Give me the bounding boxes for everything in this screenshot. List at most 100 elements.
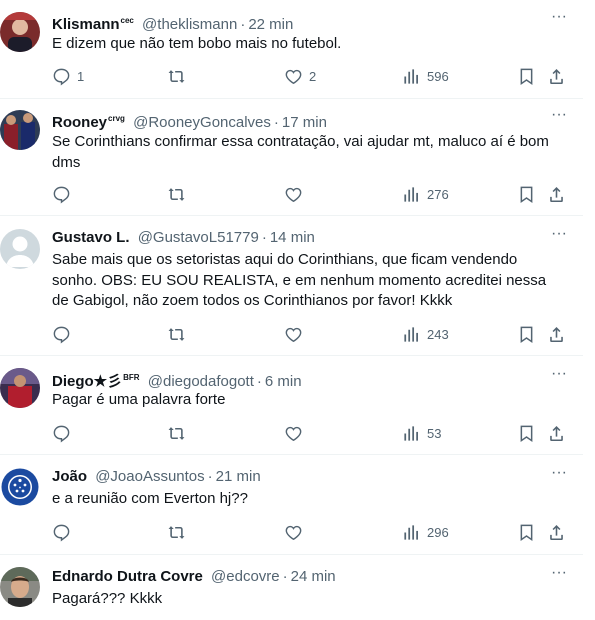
views-icon [404,524,418,540]
tweet[interactable]: Ednardo Dutra Covre @edcovre · 24 min ··· … [0,554,583,620]
reply-button[interactable] [52,184,77,204]
tweet[interactable]: Klismanncec @theklismann · 22 min ··· E di… [0,0,583,99]
author-name[interactable]: Diego★彡 [52,373,122,390]
bookmark-icon [520,425,533,442]
views-button[interactable]: 243 [402,324,449,344]
like-button[interactable] [284,184,309,204]
more-icon[interactable]: ··· [549,107,569,128]
views-icon [404,186,418,202]
views-icon [404,326,418,342]
share-button[interactable] [547,423,570,443]
author-name[interactable]: Rooney [52,114,107,131]
share-button[interactable] [547,66,570,86]
tweet-text: Pagar é uma palavra forte [52,391,226,408]
author-handle[interactable]: @theklismann [142,16,237,33]
reply-icon [53,326,70,344]
action-bar: 276 [52,184,572,204]
avatar[interactable] [0,467,40,507]
like-button[interactable] [284,324,309,344]
views-button[interactable]: 596 [402,66,449,86]
timestamp[interactable]: 24 min [291,568,336,585]
views-button[interactable]: 53 [402,423,441,443]
avatar[interactable] [0,12,40,52]
views-button[interactable]: 296 [402,522,449,542]
tweet-text: Se Corinthians confirmar essa contrataçã… [52,133,549,171]
reply-button[interactable]: 1 [52,66,84,86]
timestamp[interactable]: 6 min [265,373,302,390]
like-icon [285,69,302,84]
share-button[interactable] [547,184,570,204]
author-name[interactable]: Klismann [52,16,120,33]
tweet-header: Ednardo Dutra Covre @edcovre · 24 min [52,568,336,586]
avatar[interactable] [0,229,40,269]
retweet-icon [168,525,185,539]
tweet[interactable]: Gustavo L. @GustavoL51779 · 14 min ··· Sab… [0,215,583,356]
bookmark-icon [520,326,533,343]
timestamp[interactable]: 14 min [270,229,315,246]
separator-dot: · [261,229,267,246]
bookmark-button[interactable] [517,324,540,344]
more-icon[interactable]: ··· [549,226,569,247]
bookmark-button[interactable] [517,66,540,86]
separator-dot: · [273,114,279,131]
more-icon[interactable]: ··· [549,565,569,586]
share-icon [550,524,563,540]
share-button[interactable] [547,324,570,344]
reply-button[interactable] [52,324,77,344]
author-handle[interactable]: @JoaoAssuntos [95,468,204,485]
more-icon[interactable]: ··· [549,9,569,30]
more-icon[interactable]: ··· [549,465,569,486]
like-icon [285,525,302,540]
timestamp[interactable]: 17 min [282,114,327,131]
like-button[interactable]: 2 [284,66,316,86]
tweet-text: Pagará??? Kkkk [52,590,163,607]
like-icon [285,426,302,441]
author-handle[interactable]: @edcovre [211,568,280,585]
tweet-header: Rooneycrvg @RooneyGoncalves · 17 min [52,110,327,132]
bookmark-icon [520,68,533,85]
author-name[interactable]: Ednardo Dutra Covre [52,568,203,585]
view-count: 53 [427,425,442,441]
timestamp[interactable]: 21 min [216,468,261,485]
tweet[interactable]: Diego★彡BFR @diegodafogott · 6 min ··· Paga… [0,355,583,455]
tweet-header: Diego★彡BFR @diegodafogott · 6 min [52,369,302,391]
reply-icon [53,524,70,542]
bookmark-icon [520,186,533,203]
retweet-button[interactable] [167,324,192,344]
like-icon [285,327,302,342]
bookmark-icon [520,524,533,541]
like-button[interactable] [284,423,309,443]
avatar[interactable] [0,110,40,150]
bookmark-button[interactable] [517,423,540,443]
separator-dot: · [282,568,288,585]
views-icon [404,425,418,441]
bookmark-button[interactable] [517,522,540,542]
share-button[interactable] [547,522,570,542]
avatar[interactable] [0,567,40,607]
bookmark-button[interactable] [517,184,540,204]
tweet[interactable]: Rooneycrvg @RooneyGoncalves · 17 min ··· S… [0,98,583,216]
like-button[interactable] [284,522,309,542]
reply-button[interactable] [52,522,77,542]
author-handle[interactable]: @diegodafogott [148,373,254,390]
tweet-header: Klismanncec @theklismann · 22 min [52,12,293,34]
retweet-button[interactable] [167,184,192,204]
action-bar: 53 [52,423,572,443]
author-name[interactable]: Gustavo L. [52,229,130,246]
retweet-icon [168,327,185,341]
views-icon [404,68,418,84]
more-icon[interactable]: ··· [549,366,569,387]
retweet-button[interactable] [167,66,192,86]
views-button[interactable]: 276 [402,184,449,204]
author-handle[interactable]: @GustavoL51779 [138,229,259,246]
reply-button[interactable] [52,423,77,443]
reply-icon [53,68,70,86]
retweet-button[interactable] [167,522,192,542]
tweet[interactable]: João @JoaoAssuntos · 21 min ··· e a reuniã… [0,454,583,555]
author-badge: crvg [108,114,125,123]
retweet-button[interactable] [167,423,192,443]
author-handle[interactable]: @RooneyGoncalves [133,114,271,131]
author-name[interactable]: João [52,468,87,485]
timestamp[interactable]: 22 min [248,16,293,33]
avatar[interactable] [0,368,40,408]
